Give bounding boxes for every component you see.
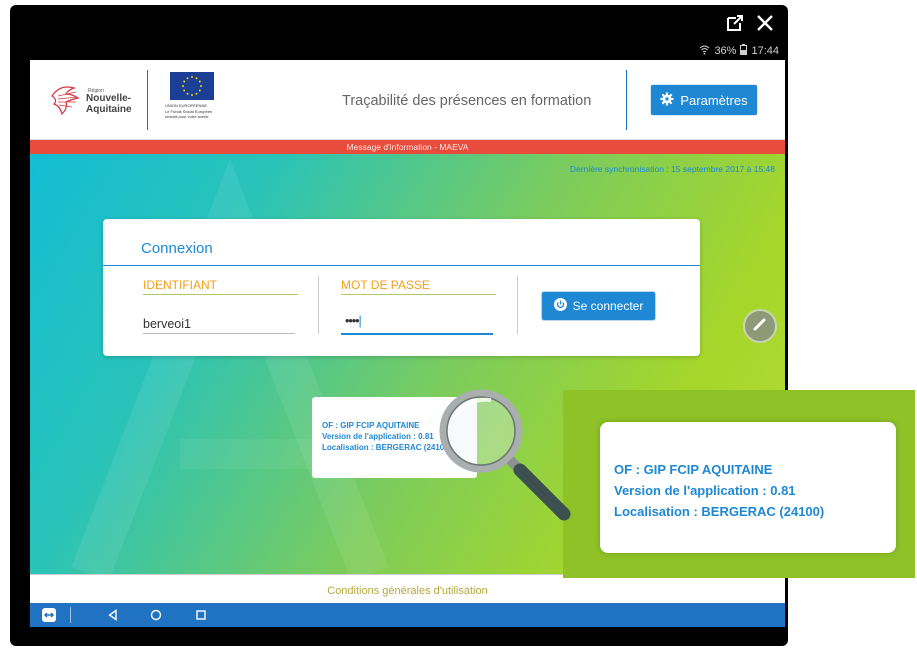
edit-pencil-button[interactable] bbox=[743, 309, 777, 343]
logo-divider bbox=[147, 70, 148, 130]
info-version: Version de l'application : 0.81 bbox=[322, 432, 434, 441]
window-controls bbox=[724, 9, 776, 37]
username-underline bbox=[143, 333, 295, 334]
eu-caption-1: UNION EUROPÉENNE bbox=[165, 103, 208, 108]
gear-icon bbox=[660, 92, 674, 109]
message-band: Message d'information - MAEVA bbox=[30, 140, 785, 154]
zoom-info-version: Version de l'application : 0.81 bbox=[614, 483, 796, 498]
back-icon[interactable] bbox=[102, 603, 124, 627]
clock: 17:44 bbox=[751, 45, 779, 57]
password-underline bbox=[341, 333, 493, 335]
se-connecter-button[interactable]: Se connecter bbox=[541, 291, 656, 321]
status-bar: 36% 17:44 bbox=[30, 42, 785, 60]
recents-icon[interactable] bbox=[190, 603, 212, 627]
password-label-rule bbox=[341, 294, 496, 295]
region-line-1: Nouvelle- bbox=[86, 93, 132, 104]
app-title: Traçabilité des présences en formation bbox=[342, 93, 592, 109]
password-value: •••• bbox=[345, 314, 359, 328]
eu-caption-3: investit pour votre avenir bbox=[165, 114, 209, 119]
region-nouvelle-aquitaine-logo: Région Nouvelle- Aquitaine bbox=[48, 82, 140, 118]
login-card: Connexion IDENTIFIANT berveoi1 MOT DE PA… bbox=[103, 219, 700, 356]
password-field[interactable]: ••••| bbox=[345, 314, 362, 328]
parametres-label: Paramètres bbox=[680, 92, 748, 108]
battery-level: 36% bbox=[714, 45, 737, 57]
username-field[interactable]: berveoi1 bbox=[143, 317, 191, 331]
power-icon bbox=[553, 298, 567, 314]
password-label: MOT DE PASSE bbox=[341, 278, 430, 292]
terms-link[interactable]: Conditions générales d'utilisation bbox=[30, 585, 785, 597]
field-divider-2 bbox=[517, 276, 518, 334]
zoom-inset-panel: OF : GIP FCIP AQUITAINE Version de l'app… bbox=[563, 390, 915, 578]
app-header: Région Nouvelle- Aquitaine UNION EUROPÉE… bbox=[30, 60, 785, 140]
login-title: Connexion bbox=[141, 240, 213, 257]
zoom-info-location: Localisation : BERGERAC (24100) bbox=[614, 504, 825, 519]
open-external-icon[interactable] bbox=[724, 12, 746, 34]
battery-icon bbox=[740, 44, 748, 58]
android-nav-bar bbox=[30, 603, 785, 627]
zoom-info-of: OF : GIP FCIP AQUITAINE bbox=[614, 462, 773, 477]
region-line-2: Aquitaine bbox=[86, 104, 132, 115]
eu-flag-icon bbox=[170, 72, 214, 100]
zoom-info-card: OF : GIP FCIP AQUITAINE Version de l'app… bbox=[600, 422, 896, 553]
terms-bar: Conditions générales d'utilisation bbox=[30, 574, 785, 603]
field-divider-1 bbox=[318, 276, 319, 334]
title-rule bbox=[103, 265, 700, 266]
nav-separator bbox=[70, 607, 71, 623]
se-connecter-label: Se connecter bbox=[572, 299, 644, 313]
teamviewer-icon[interactable] bbox=[38, 603, 60, 627]
magnifier-icon bbox=[439, 389, 571, 521]
home-icon[interactable] bbox=[145, 603, 167, 627]
parametres-button[interactable]: Paramètres bbox=[650, 84, 758, 116]
info-of: OF : GIP FCIP AQUITAINE bbox=[322, 421, 420, 430]
wifi-icon bbox=[699, 45, 710, 58]
info-location: Localisation : BERGERAC (24100) bbox=[322, 443, 452, 452]
close-icon[interactable] bbox=[754, 12, 776, 34]
screenshot-stage: 36% 17:44 Région Nouvelle- Aquitaine UNI… bbox=[0, 0, 917, 651]
eu-logo: UNION EUROPÉENNE Le Fonds Social Europée… bbox=[165, 70, 225, 128]
last-sync-text: Dernière synchronisation : 15 septembre … bbox=[569, 164, 775, 174]
header-divider bbox=[626, 70, 627, 130]
username-label-rule bbox=[143, 294, 298, 295]
pencil-icon bbox=[752, 316, 768, 337]
username-label: IDENTIFIANT bbox=[143, 278, 217, 292]
